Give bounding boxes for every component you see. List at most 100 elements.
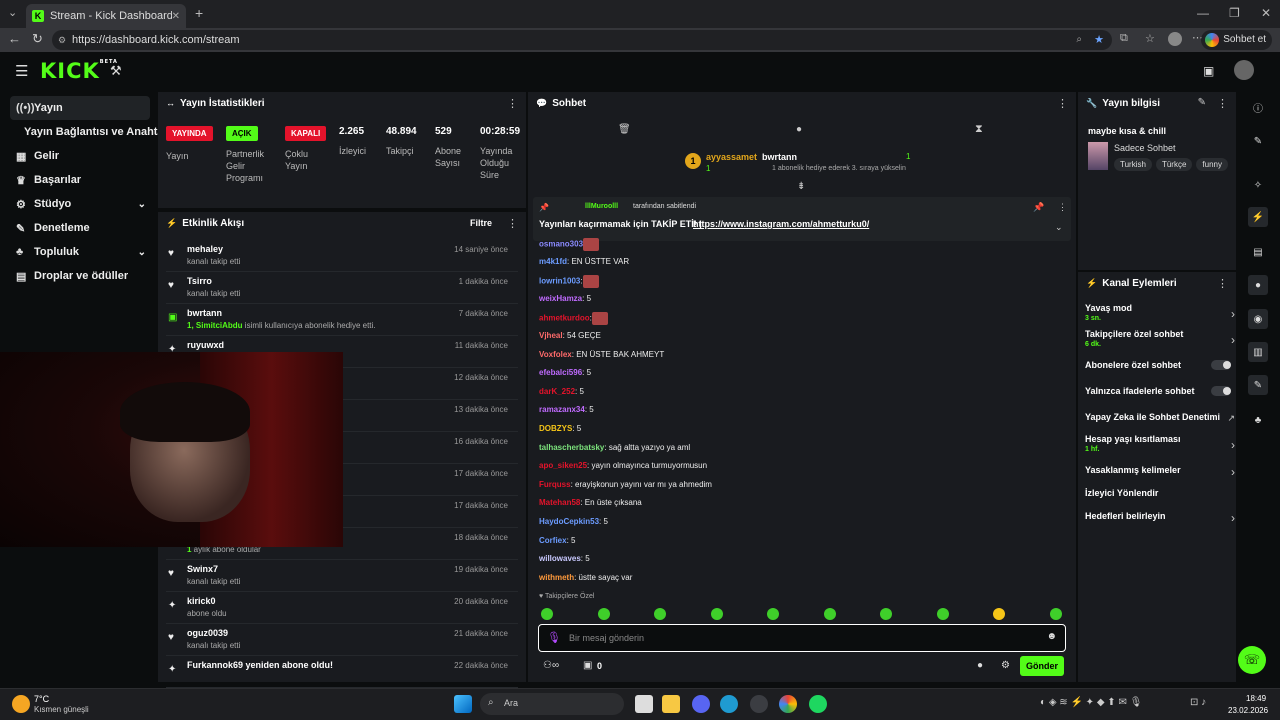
- chat-input[interactable]: 🎙 Bir mesaj gönderin ☻: [538, 624, 1066, 652]
- extensions-icon[interactable]: ⧉: [1120, 32, 1128, 45]
- wrench-icon[interactable]: ✎: [1248, 375, 1268, 395]
- more-options-icon[interactable]: ⋮: [1217, 277, 1228, 290]
- info-icon[interactable]: ⓘ: [1248, 97, 1268, 117]
- chat-message[interactable]: Voxfolex: EN ÜSTE BAK AHMEYT: [539, 350, 664, 359]
- sidebar-item-moderation[interactable]: ✎ Denetleme: [10, 216, 150, 240]
- file-explorer-icon[interactable]: [662, 695, 680, 713]
- close-window-icon[interactable]: ✕: [1261, 6, 1271, 20]
- channel-action-item[interactable]: Takipçilere özel sohbet 6 dk. ›: [1085, 329, 1235, 348]
- chat-username[interactable]: withmeth: [539, 573, 574, 582]
- chat-username[interactable]: osmano303: [539, 240, 583, 249]
- broadcast-icon[interactable]: ◉: [1248, 309, 1268, 329]
- taskbar-search[interactable]: ⌕ Ara: [480, 693, 624, 715]
- chat-username[interactable]: Vjheal: [539, 331, 563, 340]
- send-button[interactable]: Gönder: [1020, 656, 1064, 676]
- channel-action-item[interactable]: Yasaklanmış kelimeler ›: [1085, 465, 1235, 479]
- chat-username[interactable]: talhascherbatsky: [539, 443, 604, 452]
- channel-action-item[interactable]: İzleyici Yönlendir: [1085, 488, 1235, 498]
- help-button[interactable]: ☏: [1238, 646, 1266, 674]
- emote-button[interactable]: [823, 608, 836, 620]
- sidebar-item-stream[interactable]: ((•)) Yayın: [10, 96, 150, 120]
- chat-message[interactable]: apo_siken25: yayın olmayınca turmuyormus…: [539, 461, 707, 470]
- bolt-icon[interactable]: ⚡: [1248, 207, 1268, 227]
- chat-message[interactable]: darK_252: 5: [539, 387, 584, 396]
- emote-button[interactable]: [767, 608, 779, 620]
- chat-icon[interactable]: ●: [1248, 275, 1268, 295]
- edit-pencil-icon[interactable]: ✎: [1198, 97, 1206, 108]
- discord-icon[interactable]: [692, 695, 710, 713]
- minimize-icon[interactable]: —: [1197, 6, 1209, 20]
- more-options-icon[interactable]: ⋮: [507, 217, 518, 230]
- sidebar-item-stream-key[interactable]: Yayın Bağlantısı ve Anahtarı: [18, 120, 171, 144]
- zoom-icon[interactable]: ⌕: [1076, 30, 1082, 50]
- chat-message[interactable]: DOBZYS: 5: [539, 424, 581, 433]
- chat-username[interactable]: efebalci596: [539, 368, 582, 377]
- reload-icon[interactable]: ↻: [32, 31, 43, 47]
- more-options-icon[interactable]: ⋮: [1057, 97, 1068, 110]
- chat-icon[interactable]: ●: [796, 124, 802, 135]
- activity-item[interactable]: ✦ Furkannok69 yeniden abone oldu! 22 dakik…: [166, 656, 518, 688]
- tab-list-icon[interactable]: ⌄: [8, 6, 17, 19]
- chat-username[interactable]: lowrin1003: [539, 277, 580, 286]
- emoji-icon[interactable]: ☻: [1046, 631, 1057, 642]
- emote-button[interactable]: [880, 608, 892, 620]
- site-info-icon[interactable]: ⚙: [58, 30, 66, 50]
- chat-username[interactable]: m4k1fd: [539, 257, 567, 266]
- sidebar-item-studio[interactable]: ⚙ Stüdyo ⌄: [10, 192, 150, 216]
- layout-icon[interactable]: ▥: [1248, 342, 1268, 362]
- chrome-icon[interactable]: [779, 695, 797, 713]
- chat-username[interactable]: Voxfolex: [539, 350, 572, 359]
- chat-settings-bubble-icon[interactable]: ●: [977, 660, 983, 671]
- toggle-switch[interactable]: [1211, 386, 1231, 396]
- channel-action-item[interactable]: Hedefleri belirleyin ›: [1085, 511, 1235, 525]
- chat-message[interactable]: lowrin1003:: [539, 275, 599, 289]
- chat-username[interactable]: darK_252: [539, 387, 575, 396]
- close-tab-icon[interactable]: ✕: [172, 11, 180, 22]
- microphone-icon[interactable]: 🎙: [547, 631, 561, 644]
- more-options-icon[interactable]: ⋮: [1217, 97, 1228, 110]
- activity-item[interactable]: ♥ mehaley kanalı takip etti 14 saniye önce: [166, 240, 518, 272]
- chat-username[interactable]: weixHamza: [539, 294, 582, 303]
- windows-start-icon[interactable]: [454, 695, 472, 713]
- back-icon[interactable]: ←: [8, 31, 21, 46]
- activity-item[interactable]: ♥ Tsirro kanalı takip etti 1 dakika önce: [166, 272, 518, 304]
- chat-message[interactable]: m4k1fd: EN ÜSTTE VAR: [539, 257, 629, 266]
- activity-item[interactable]: ♥ Swinx7 kanalı takip etti 19 dakika önce: [166, 560, 518, 592]
- more-options-icon[interactable]: ⋮: [1058, 202, 1067, 213]
- chat-message[interactable]: talhascherbatsky: sağ altta yazıyo ya am…: [539, 443, 690, 452]
- emote-button[interactable]: [597, 608, 610, 620]
- activity-item[interactable]: ✦ kirick0 abone oldu 20 dakika önce: [166, 592, 518, 624]
- browser-tab[interactable]: K Stream - Kick Dashboard ✕: [26, 4, 186, 28]
- chat-username[interactable]: Matehan58: [539, 498, 580, 507]
- chat-message[interactable]: weixHamza: 5: [539, 294, 591, 303]
- chat-message[interactable]: ramazanx34: 5: [539, 405, 594, 414]
- hamburger-menu-icon[interactable]: ☰: [15, 62, 28, 80]
- chat-message[interactable]: Matehan58: En üste çıksana: [539, 498, 642, 507]
- infinity-icon[interactable]: ⚇∞: [543, 660, 559, 671]
- sidebar-item-revenue[interactable]: ▦ Gelir: [10, 144, 150, 168]
- emote-button[interactable]: [1049, 608, 1062, 620]
- chevron-down-icon[interactable]: ⌄: [1055, 222, 1063, 233]
- chat-username[interactable]: ahmetkurdoo: [539, 314, 590, 323]
- target-icon[interactable]: ✧: [1248, 175, 1268, 195]
- favorite-star-icon[interactable]: ★: [1094, 30, 1104, 50]
- url-field[interactable]: ⚙ https://dashboard.kick.com/stream ⌕ ★: [52, 30, 1112, 50]
- emote-button[interactable]: [993, 608, 1005, 620]
- clipboard-icon[interactable]: ▤: [1248, 242, 1268, 262]
- unpin-icon[interactable]: 📌: [1033, 202, 1044, 213]
- creator-icon[interactable]: ▣: [1203, 64, 1214, 78]
- chat-message[interactable]: HaydoCepkin53: 5: [539, 517, 608, 526]
- community-icon[interactable]: ♣: [1248, 410, 1268, 430]
- emote-button[interactable]: [654, 608, 666, 620]
- sidebar-item-achievements[interactable]: ♛ Başarılar: [10, 168, 150, 192]
- channel-action-item[interactable]: Yapay Zeka ile Sohbet Denetimi ↗: [1085, 412, 1235, 423]
- chat-message[interactable]: efebalci596: 5: [539, 368, 591, 377]
- channel-action-item[interactable]: Yalnızca ifadelerle sohbet: [1085, 386, 1235, 396]
- tools-icon[interactable]: ⚒: [110, 63, 122, 79]
- user-avatar[interactable]: [1234, 60, 1254, 80]
- emote-button[interactable]: [936, 608, 949, 620]
- chat-message[interactable]: ahmetkurdoo:: [539, 312, 608, 326]
- favorites-icon[interactable]: ☆: [1145, 32, 1155, 45]
- emote-button[interactable]: [710, 608, 723, 620]
- chat-username[interactable]: DOBZYS: [539, 424, 572, 433]
